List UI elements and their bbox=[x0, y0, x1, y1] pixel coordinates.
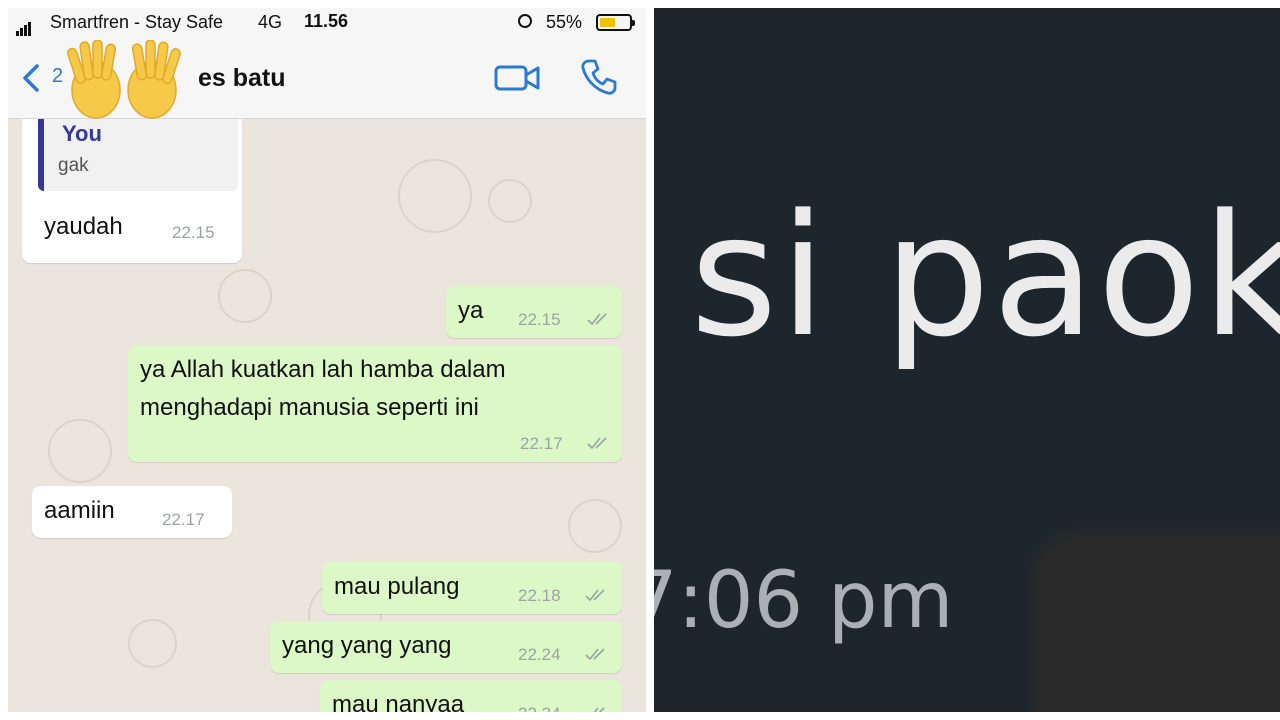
battery-icon bbox=[596, 14, 635, 31]
zoomed-message-time: 7:06 pm bbox=[654, 556, 954, 646]
message-time: 22.17 bbox=[520, 434, 563, 453]
message-outgoing[interactable]: mau nanyaa 22.24 bbox=[320, 680, 622, 712]
phone-icon[interactable] bbox=[580, 58, 618, 96]
message-time: 22.17 bbox=[162, 510, 205, 529]
carrier-name: Smartfren - Stay Safe bbox=[50, 12, 224, 32]
double-check-icon bbox=[587, 313, 607, 326]
message-incoming[interactable]: aamiin 22.17 bbox=[32, 486, 232, 538]
message-time: 22.18 bbox=[518, 586, 561, 605]
message-time: 22.24 bbox=[518, 645, 561, 664]
message-outgoing[interactable]: ya 22.15 bbox=[446, 286, 622, 338]
status-time: 11.56 bbox=[304, 11, 349, 31]
double-check-icon bbox=[585, 648, 605, 661]
message-text: yang yang yang bbox=[282, 632, 452, 659]
quoted-text: gak bbox=[58, 155, 89, 176]
raising-hands-emoji-icon[interactable] bbox=[58, 40, 190, 122]
network-type: 4G bbox=[258, 12, 283, 32]
message-text: yaudah bbox=[44, 213, 123, 240]
message-time: 22.24 bbox=[518, 704, 561, 712]
status-bar: Smartfren - Stay Safe 4G 11.56 55% bbox=[8, 8, 646, 38]
message-list[interactable]: You gak yaudah 22.15 ya 22.15 ya Allah k… bbox=[8, 119, 646, 712]
double-check-icon bbox=[593, 707, 605, 712]
signal-icon bbox=[16, 15, 32, 36]
message-text: aamiin bbox=[44, 497, 115, 524]
back-chevron-icon[interactable] bbox=[20, 64, 42, 92]
quoted-message[interactable]: You gak bbox=[38, 119, 238, 191]
double-check-icon bbox=[585, 589, 605, 602]
video-camera-icon[interactable] bbox=[494, 62, 540, 94]
battery-percent: 55% bbox=[546, 12, 583, 32]
message-text-line: ya Allah kuatkan lah hamba dalam bbox=[140, 356, 506, 383]
shadow-area bbox=[1032, 532, 1280, 712]
message-text-line: menghadapi manusia seperti ini bbox=[140, 394, 479, 421]
message-outgoing[interactable]: ya Allah kuatkan lah hamba dalam menghad… bbox=[128, 346, 622, 462]
rotation-lock-icon bbox=[518, 14, 532, 28]
contact-name[interactable]: es batu bbox=[198, 64, 286, 93]
whatsapp-chat-screenshot: Smartfren - Stay Safe 4G 11.56 55% 2 es … bbox=[8, 8, 646, 712]
message-outgoing[interactable]: mau pulang 22.18 bbox=[322, 562, 622, 614]
quoted-author: You bbox=[62, 121, 102, 146]
message-outgoing[interactable]: yang yang yang 22.24 bbox=[270, 621, 622, 673]
chat-header: 2 es batu bbox=[8, 38, 646, 119]
double-check-icon bbox=[587, 437, 607, 450]
message-text: mau nanyaa bbox=[332, 691, 465, 712]
message-text: ya bbox=[458, 297, 484, 324]
zoomed-message-text: si paok bbox=[690, 178, 1280, 374]
message-time: 22.15 bbox=[518, 310, 561, 329]
message-time: 22.15 bbox=[172, 223, 215, 242]
message-incoming[interactable]: You gak yaudah 22.15 bbox=[22, 119, 242, 263]
message-text: mau pulang bbox=[334, 573, 460, 600]
zoomed-message-crop: si paok 7:06 pm bbox=[654, 8, 1280, 712]
